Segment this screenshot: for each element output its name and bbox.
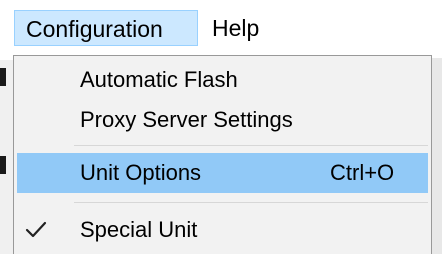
menu-item-proxy-server-settings[interactable]: Proxy Server Settings: [17, 100, 428, 140]
menu-item-special-unit[interactable]: Special Unit: [17, 210, 428, 250]
application-window: Configuration Help Automatic Flash Proxy…: [0, 0, 442, 254]
background-window-edge-left: [0, 60, 13, 254]
check-icon: [25, 221, 47, 238]
background-window-edge-right: [432, 58, 442, 254]
background-control-fragment: [0, 68, 6, 86]
menu-item-label: Proxy Server Settings: [80, 107, 293, 132]
configuration-dropdown: Automatic Flash Proxy Server Settings Un…: [13, 55, 432, 254]
menu-item-automatic-flash[interactable]: Automatic Flash: [17, 60, 428, 100]
menu-configuration[interactable]: Configuration: [14, 10, 198, 46]
menu-item-label: Unit Options: [80, 160, 202, 185]
menu-item-unit-options[interactable]: Unit Options Ctrl+O: [17, 153, 428, 193]
background-control-fragment: [0, 156, 6, 174]
menu-separator: [74, 145, 428, 146]
menu-item-label: Special Unit: [80, 217, 198, 242]
menu-configuration-label: Configuration: [26, 16, 163, 42]
menu-separator: [74, 202, 428, 203]
menu-help[interactable]: Help: [208, 10, 272, 46]
menu-item-shortcut: Ctrl+O: [330, 160, 395, 185]
menu-bar: Configuration Help: [0, 0, 442, 56]
menu-item-label: Automatic Flash: [80, 67, 238, 92]
menu-help-label: Help: [212, 15, 260, 41]
